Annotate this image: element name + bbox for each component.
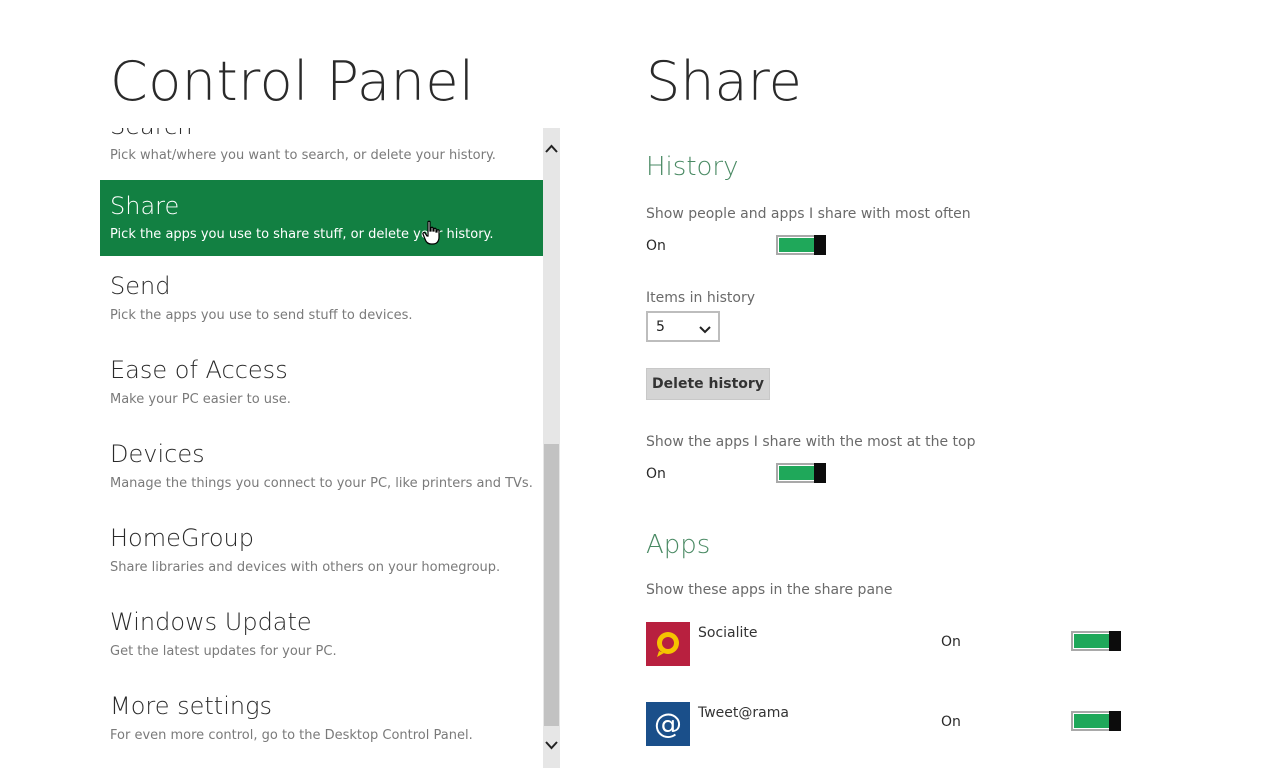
scroll-up-icon[interactable] bbox=[543, 138, 560, 160]
item-name: Share bbox=[110, 192, 180, 220]
socialite-toggle[interactable] bbox=[1071, 631, 1121, 651]
items-in-history-select[interactable]: 5 bbox=[646, 311, 720, 342]
list-item-homegroup[interactable]: HomeGroup Share libraries and devices wi… bbox=[100, 508, 543, 592]
item-name: Search bbox=[110, 128, 192, 140]
select-value: 5 bbox=[656, 319, 665, 335]
item-description: Share libraries and devices with others … bbox=[110, 560, 501, 575]
delete-history-button[interactable]: Delete history bbox=[646, 368, 770, 400]
item-name: More settings bbox=[110, 692, 272, 720]
items-in-history-label: Items in history bbox=[646, 290, 755, 306]
settings-list[interactable]: Search Pick what/where you want to searc… bbox=[100, 128, 543, 768]
item-name: HomeGroup bbox=[110, 524, 254, 552]
socialite-icon bbox=[646, 622, 690, 666]
scroll-down-icon[interactable] bbox=[543, 735, 560, 757]
history-heading: History bbox=[646, 152, 739, 182]
item-description: Manage the things you connect to your PC… bbox=[110, 476, 533, 491]
apps-heading: Apps bbox=[646, 530, 711, 560]
list-item-more-settings[interactable]: More settings For even more control, go … bbox=[100, 676, 543, 760]
list-item-share[interactable]: Share Pick the apps you use to share stu… bbox=[100, 180, 543, 256]
item-description: Pick what/where you want to search, or d… bbox=[110, 148, 496, 163]
list-item-devices[interactable]: Devices Manage the things you connect to… bbox=[100, 424, 543, 508]
item-description: Get the latest updates for your PC. bbox=[110, 644, 337, 659]
show-top-toggle[interactable] bbox=[776, 463, 826, 483]
hand-cursor-icon bbox=[422, 220, 442, 246]
app-name: Tweet@rama bbox=[698, 705, 789, 721]
app-name: Socialite bbox=[698, 625, 758, 641]
page-title: Control Panel bbox=[110, 50, 475, 113]
show-people-toggle[interactable] bbox=[776, 235, 826, 255]
list-item-windows-update[interactable]: Windows Update Get the latest updates fo… bbox=[100, 592, 543, 676]
list-item-search[interactable]: Search Pick what/where you want to searc… bbox=[100, 128, 543, 180]
list-item-send[interactable]: Send Pick the apps you use to send stuff… bbox=[100, 256, 543, 340]
item-description: Make your PC easier to use. bbox=[110, 392, 291, 407]
item-name: Ease of Access bbox=[110, 356, 288, 384]
show-top-state: On bbox=[646, 466, 666, 482]
item-name: Send bbox=[110, 272, 171, 300]
item-name: Devices bbox=[110, 440, 205, 468]
list-item-ease-of-access[interactable]: Ease of Access Make your PC easier to us… bbox=[100, 340, 543, 424]
svg-text:@: @ bbox=[654, 707, 682, 740]
app-state: On bbox=[941, 634, 961, 650]
show-people-state: On bbox=[646, 238, 666, 254]
apps-subtitle: Show these apps in the share pane bbox=[646, 582, 893, 598]
chevron-down-icon bbox=[698, 321, 712, 334]
item-description: For even more control, go to the Desktop… bbox=[110, 728, 473, 743]
tweetrama-toggle[interactable] bbox=[1071, 711, 1121, 731]
scrollbar-thumb[interactable] bbox=[544, 444, 559, 726]
show-top-label: Show the apps I share with the most at t… bbox=[646, 434, 976, 450]
app-state: On bbox=[941, 714, 961, 730]
item-description: Pick the apps you use to send stuff to d… bbox=[110, 308, 413, 323]
item-name: Windows Update bbox=[110, 608, 312, 636]
at-sign-icon: @ bbox=[646, 702, 690, 746]
section-title: Share bbox=[646, 50, 802, 113]
show-people-label: Show people and apps I share with most o… bbox=[646, 206, 971, 222]
